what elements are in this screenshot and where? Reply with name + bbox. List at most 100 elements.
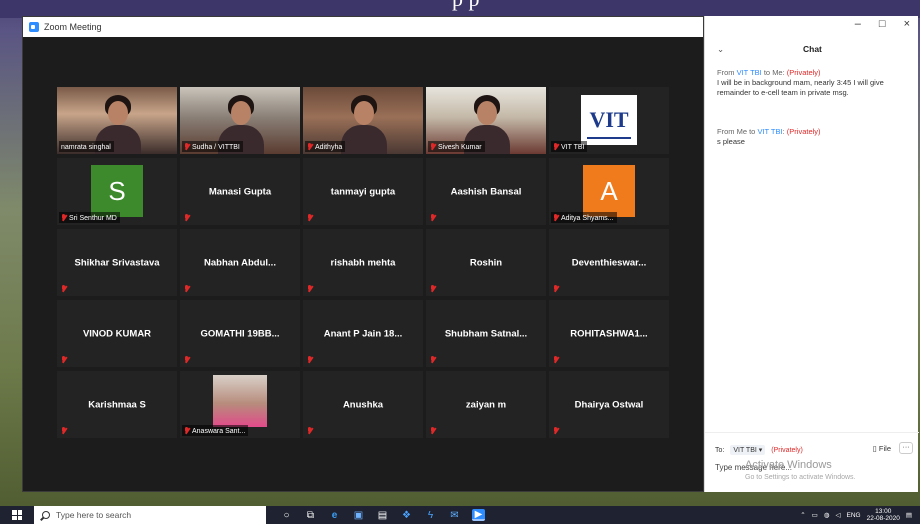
participant-tile[interactable]: Roshin (426, 229, 546, 296)
participant-name: Aditya Shyams... (561, 214, 614, 222)
window-controls: – □ × (855, 18, 910, 30)
taskbar-search[interactable] (34, 506, 266, 524)
chevron-up-icon[interactable]: ⌃ (800, 511, 805, 519)
file-icon: ▯ (872, 444, 877, 453)
file-label: File (878, 444, 891, 453)
participant-tile[interactable]: A Aditya Shyams... (549, 158, 669, 225)
minimize-button[interactable]: – (855, 18, 861, 30)
desktop-banner-text: p p (452, 0, 480, 12)
clock[interactable]: 13:00 22-08-2020 (867, 508, 900, 522)
edge-icon[interactable]: e (328, 509, 341, 521)
vit-logo: VIT (581, 95, 637, 145)
maximize-button[interactable]: □ (879, 18, 886, 30)
message-meta: From VIT TBI to Me: (Privately) (717, 68, 821, 77)
participant-tile[interactable]: Anaswara Sant... (180, 371, 300, 438)
participant-tile[interactable]: VIT VIT TBI (549, 87, 669, 154)
chevron-down-icon[interactable]: ⌄ (717, 44, 724, 55)
search-icon (42, 511, 50, 519)
muted-mic-icon (307, 356, 313, 364)
dropbox-icon[interactable]: ❖ (400, 509, 413, 521)
participant-tile[interactable]: Sivesh Kumar (426, 87, 546, 154)
chat-header: ⌄ Chat (705, 44, 919, 58)
muted-mic-icon (430, 143, 436, 151)
participant-tile[interactable]: Aashish Bansal (426, 158, 546, 225)
participant-tile[interactable]: zaiyan m (426, 371, 546, 438)
participant-tile[interactable]: Anushka (303, 371, 423, 438)
language-indicator[interactable]: ENG (847, 512, 861, 519)
participant-name: Manasi Gupta (208, 186, 272, 197)
shopping-bag-icon[interactable]: ▤ (376, 509, 389, 521)
clock-date: 22-08-2020 (866, 515, 900, 522)
participant-tile[interactable]: Shikhar Srivastava (57, 229, 177, 296)
participant-name: Roshin (469, 257, 503, 268)
profile-photo (213, 375, 267, 427)
participant-label: Adithyha (305, 141, 346, 152)
close-button[interactable]: × (904, 18, 910, 30)
volume-icon[interactable]: ◁ (836, 511, 841, 519)
recipient-value: VIT TBI (733, 447, 757, 454)
task-view-icon[interactable]: ⧉ (304, 509, 317, 521)
muted-mic-icon (430, 356, 436, 364)
participant-name: rishabh mehta (330, 257, 396, 268)
participant-tile[interactable]: Sudha / VITTBI (180, 87, 300, 154)
participant-tile[interactable]: rishabh mehta (303, 229, 423, 296)
network-icon[interactable]: ◍ (824, 511, 830, 519)
store-icon[interactable]: ▣ (352, 509, 365, 521)
participant-name: Nabhan Abdul... (204, 257, 276, 268)
chat-panel: – □ × ⌄ Chat From VIT TBI to Me: (Privat… (704, 16, 919, 492)
privately-tag: (Privately) (786, 68, 821, 77)
muted-mic-icon (430, 214, 436, 222)
participant-tile[interactable]: Karishmaa S (57, 371, 177, 438)
participant-name: Anaswara Sant... (192, 427, 246, 435)
participant-tile[interactable]: Dhairya Ostwal (549, 371, 669, 438)
participant-tile[interactable]: Deventhieswar... (549, 229, 669, 296)
file-button[interactable]: ▯ File (873, 444, 891, 453)
message-text: s please (717, 137, 745, 146)
clock-time: 13:00 (875, 508, 892, 515)
participant-label: Sri Senthur MD (59, 212, 120, 223)
muted-mic-icon (61, 285, 67, 293)
zoom-app-icon[interactable]: ▶ (472, 509, 485, 521)
participant-name: tanmayi gupta (330, 186, 396, 197)
participant-tile[interactable]: Anant P Jain 18... (303, 300, 423, 367)
participant-label: Sudha / VITTBI (182, 141, 243, 152)
mail-icon[interactable]: ✉ (448, 509, 461, 521)
participant-name: Aashish Bansal (450, 186, 522, 197)
participant-label: Aditya Shyams... (551, 212, 617, 223)
participant-tile[interactable]: ROHITASHWA1... (549, 300, 669, 367)
recipient-select[interactable]: VIT TBI ▾ (730, 445, 766, 455)
windows-logo-icon (12, 510, 22, 520)
participant-tile[interactable]: Adithyha (303, 87, 423, 154)
muted-mic-icon (184, 427, 190, 435)
participant-name: Anushka (342, 399, 384, 410)
avatar: A (583, 165, 635, 217)
more-options-button[interactable]: ··· (899, 442, 913, 454)
muted-mic-icon (61, 427, 67, 435)
participant-tile[interactable]: tanmayi gupta (303, 158, 423, 225)
zoom-meeting-window: Zoom Meeting namrata singhal Sudha / VITT… (22, 16, 704, 492)
muted-mic-icon (184, 356, 190, 364)
participant-name: Anant P Jain 18... (323, 328, 403, 339)
muted-mic-icon (553, 214, 559, 222)
participant-name: GOMATHI 19BB... (200, 328, 280, 339)
cortana-icon[interactable]: ○ (280, 509, 293, 521)
privately-label: (Privately) (771, 446, 803, 454)
lightning-icon[interactable]: ϟ (424, 509, 437, 521)
watermark-title: Activate Windows (745, 459, 832, 471)
chat-message: From VIT TBI to Me: (Privately) I will b… (717, 68, 907, 98)
notifications-icon[interactable]: ▤ (906, 511, 912, 519)
search-input[interactable] (56, 510, 256, 520)
participant-tile[interactable]: Shubham Satnal... (426, 300, 546, 367)
muted-mic-icon (184, 285, 190, 293)
battery-icon[interactable]: ▭ (812, 511, 818, 519)
participant-name: Sri Senthur MD (69, 214, 117, 222)
participant-tile[interactable]: Manasi Gupta (180, 158, 300, 225)
start-button[interactable] (0, 506, 34, 524)
participant-tile[interactable]: Nabhan Abdul... (180, 229, 300, 296)
muted-mic-icon (184, 214, 190, 222)
participant-tile[interactable]: GOMATHI 19BB... (180, 300, 300, 367)
participant-tile[interactable]: VINOD KUMAR (57, 300, 177, 367)
participant-tile[interactable]: S Sri Senthur MD (57, 158, 177, 225)
avatar: S (91, 165, 143, 217)
participant-tile[interactable]: namrata singhal (57, 87, 177, 154)
